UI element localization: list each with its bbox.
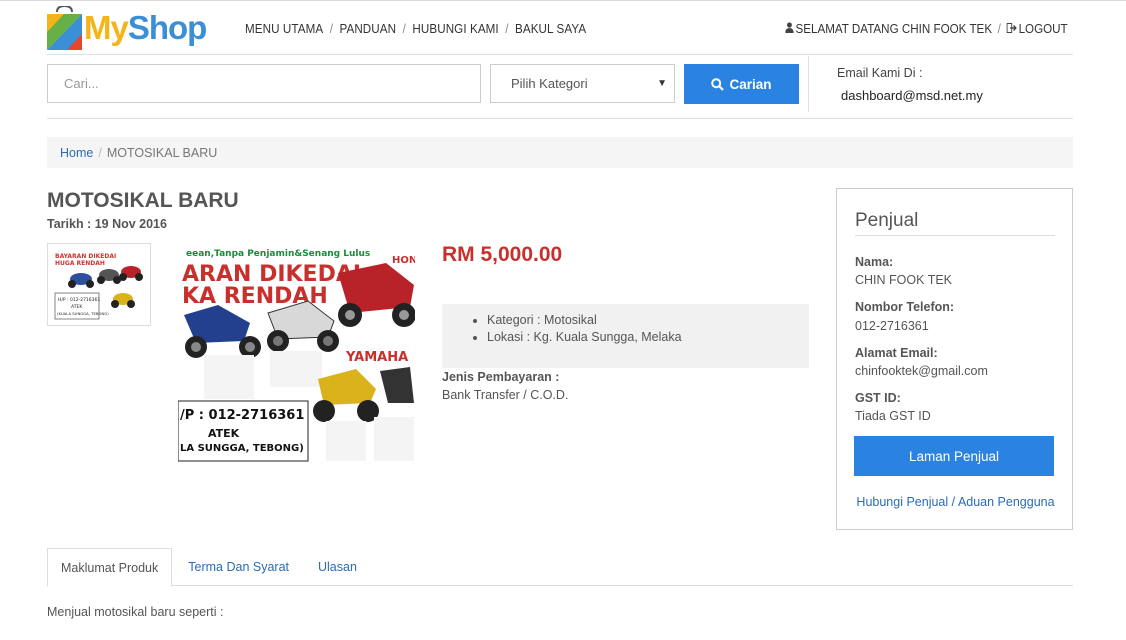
flyer-phone: /P : 012-2716361 (180, 408, 304, 423)
seller-phone-value: 012-2716361 (855, 319, 929, 333)
user-nav: SELAMAT DATANG CHIN FOOK TEK / LOGOUT (785, 22, 1068, 36)
product-thumbnail[interactable]: BAYARAN DIKEDAI HUGA RENDAH H/P : 012-27… (47, 243, 151, 326)
flyer-name: ATEK (208, 427, 240, 440)
search-divider (47, 118, 1073, 119)
seller-name-label: Nama: (855, 255, 894, 269)
contact-seller-link[interactable]: Hubungi Penjual (856, 495, 948, 509)
tab-terma-dan-syarat[interactable]: Terma Dan Syarat (175, 548, 302, 586)
report-user-link[interactable]: Aduan Pengguna (958, 495, 1055, 509)
nav-bakul-saya[interactable]: BAKUL SAYA (515, 22, 586, 36)
seller-email-value: chinfooktek@gmail.com (855, 364, 988, 378)
product-date: Tarikh : 19 Nov 2016 (47, 217, 167, 231)
dropdown-caret-icon: ▼ (657, 78, 667, 89)
nav-panduan[interactable]: PANDUAN (339, 22, 396, 36)
seller-title: Penjual (855, 210, 919, 231)
nav-separator: / (402, 22, 406, 36)
payment-label: Jenis Pembayaran : (442, 370, 560, 384)
seller-links: Hubungi Penjual / Aduan Pengguna (837, 495, 1074, 509)
seller-link-separator: / (951, 495, 956, 509)
welcome-user-link[interactable]: SELAMAT DATANG CHIN FOOK TEK (796, 22, 993, 36)
nav-separator: / (505, 22, 509, 36)
contact-email-value[interactable]: dashboard@msd.net.my (841, 88, 983, 103)
nav-menu-utama[interactable]: MENU UTAMA (245, 22, 323, 36)
nav-separator: / (329, 22, 333, 36)
seller-name-value: CHIN FOOK TEK (855, 273, 953, 287)
product-title: MOTOSIKAL BARU (47, 189, 239, 212)
detail-location: Lokasi : Kg. Kuala Sungga, Melaka (487, 330, 809, 344)
user-icon (785, 22, 794, 36)
seller-gst-label: GST ID: (855, 391, 901, 405)
detail-category: Kategori : Motosikal (487, 313, 809, 327)
breadcrumb: Home / MOTOSIKAL BARU (47, 137, 1073, 168)
nav-hubungi-kami[interactable]: HUBUNGI KAMI (412, 22, 498, 36)
product-description: Menjual motosikal baru seperti : (47, 605, 224, 619)
thumb-text-2: HUGA RENDAH (55, 260, 105, 267)
search-input[interactable] (47, 64, 481, 103)
breadcrumb-separator: / (98, 145, 102, 160)
product-price: RM 5,000.00 (442, 243, 563, 266)
category-select[interactable]: Pilih Kategori ▼ (490, 64, 675, 103)
top-border (0, 0, 1126, 1)
user-nav-separator: / (997, 22, 1002, 36)
thumb-text-4: ATEK (71, 304, 83, 310)
logo-text-my: My (84, 9, 129, 46)
seller-divider (855, 235, 1055, 236)
logout-icon (1006, 22, 1018, 36)
product-details-box: Kategori : Motosikal Lokasi : Kg. Kuala … (442, 304, 809, 368)
search-button-label: Carian (729, 76, 772, 92)
seller-page-button[interactable]: Laman Penjual (854, 436, 1054, 476)
logout-link[interactable]: LOGOUT (1019, 22, 1068, 36)
site-logo[interactable]: MyShop (47, 4, 207, 50)
logo-text: MyShop (84, 9, 207, 47)
contact-email-label: Email Kami Di : (837, 66, 923, 80)
breadcrumb-current: MOTOSIKAL BARU (106, 145, 218, 160)
main-nav: MENU UTAMA / PANDUAN / HUBUNGI KAMI / BA… (245, 22, 586, 36)
search-button[interactable]: Carian (684, 64, 799, 104)
seller-email-label: Alamat Email: (855, 346, 938, 360)
flyer-brand-2: YAMAHA (345, 350, 408, 365)
seller-phone-label: Nombor Telefon: (855, 300, 955, 314)
seller-panel: Penjual Nama: CHIN FOOK TEK Nombor Telef… (836, 188, 1073, 530)
thumb-text-5: (KUALA SUNGGA, TEBONG) (57, 311, 109, 316)
flyer-banner-1: eean,Tanpa Penjamin&Senang Lulus (186, 249, 370, 259)
thumb-text-1: BAYARAN DIKEDAI (55, 253, 116, 260)
thumb-text-3: H/P : 012-2716361 (58, 297, 100, 303)
payment-value: Bank Transfer / C.O.D. (442, 388, 569, 402)
tab-ulasan[interactable]: Ulasan (305, 548, 370, 586)
flyer-brand-1: HONDA (392, 255, 415, 266)
tab-maklumat-produk[interactable]: Maklumat Produk (47, 548, 173, 587)
header-divider (47, 54, 1073, 55)
search-icon (711, 77, 725, 91)
flyer-address: LA SUNGGA, TEBONG) (180, 443, 304, 454)
product-main-image[interactable]: eean,Tanpa Penjamin&Senang Lulus ARAN DI… (178, 243, 415, 465)
logo-text-shop: Shop (127, 9, 207, 46)
shopping-bag-logo-icon (47, 4, 82, 50)
product-tabs: Maklumat Produk Terma Dan Syarat Ulasan (47, 548, 1073, 587)
contact-divider (808, 56, 809, 112)
seller-gst-value: Tiada GST ID (855, 409, 931, 423)
category-select-value: Pilih Kategori (511, 76, 588, 91)
breadcrumb-home[interactable]: Home (60, 146, 93, 160)
